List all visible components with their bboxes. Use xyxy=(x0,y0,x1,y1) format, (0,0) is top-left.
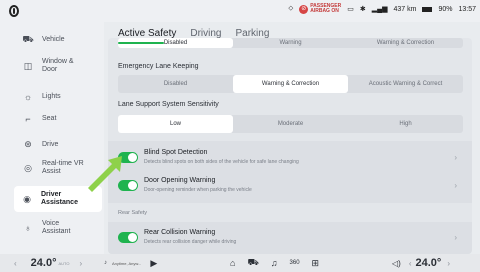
elk-option-acoustic[interactable]: Acoustic Warning & Correct xyxy=(348,75,463,93)
chevron-right-icon[interactable]: › xyxy=(454,233,457,242)
rear-safety-label: Rear Safety xyxy=(118,210,148,216)
vr-icon: ◎ xyxy=(24,162,32,173)
status-bar: ⬦ ⊘ PASSENGER AIRBAG ON ▭ ✱ ▂▄▆ 437 km 90… xyxy=(0,0,480,22)
sidebar-item-drive[interactable]: ⊛ Drive xyxy=(0,139,104,150)
sidebar-item-label: Lights xyxy=(42,93,61,100)
window-icon: ◫ xyxy=(23,60,33,71)
clock: 13:57 xyxy=(458,5,476,13)
temp-up-left-icon[interactable]: › xyxy=(80,259,83,268)
battery-icon xyxy=(422,6,433,12)
sidebar-item-label: Drive xyxy=(42,140,59,148)
driver-assist-icon: ◉ xyxy=(23,193,31,204)
settings-content: Disabled Warning Warning & Correction Em… xyxy=(108,38,472,254)
elk-option-warning-correction[interactable]: Warning & Correction xyxy=(233,75,348,93)
left-climate: ‹ 24.0° AUTO › xyxy=(14,254,82,272)
screen-icon: ▭ xyxy=(347,6,354,13)
sidebar-item-label: Voice Assistant xyxy=(42,220,71,235)
lane-support-title: Lane Support System Sensitivity xyxy=(118,101,219,108)
chevron-right-icon[interactable]: › xyxy=(454,181,457,190)
left-temperature[interactable]: 24.0° xyxy=(31,257,57,269)
airbag-icon: ⊘ xyxy=(299,4,309,14)
active-tab-indicator xyxy=(118,42,164,44)
media-title: Anytime, Anyw... xyxy=(112,260,142,266)
light-icon: ☼ xyxy=(23,92,33,102)
sidebar-item-label: Driver Assistance xyxy=(41,191,78,206)
360-camera-icon[interactable]: 360 xyxy=(290,260,300,266)
status-indicators: ⬦ ⊘ PASSENGER AIRBAG ON ▭ ✱ ▂▄▆ 437 km 90… xyxy=(288,4,476,14)
dock-icons: ⌂ ⛟ ♫ 360 ⊞ xyxy=(230,254,319,272)
range-text: 437 km xyxy=(393,5,417,13)
lss-option-moderate[interactable]: Moderate xyxy=(233,115,348,133)
music-note-icon[interactable]: ♫ xyxy=(271,258,278,268)
steering-icon: ⊛ xyxy=(24,139,32,149)
settings-sidebar: ⛟ Vehicle ◫ Window & Door ☼ Lights ⌐ Sea… xyxy=(0,22,104,254)
chevron-right-icon[interactable]: › xyxy=(454,153,457,162)
right-climate: ◁) ‹ 24.0° › xyxy=(392,254,450,272)
bottom-bar: ‹ 24.0° AUTO › ♪ Anytime, Anyw... ▶ ⌂ ⛟ … xyxy=(0,254,480,272)
blind-spot-title: Blind Spot Detection xyxy=(144,149,208,156)
volume-icon[interactable]: ◁) xyxy=(392,259,401,268)
signal-icon: ▂▄▆ xyxy=(371,6,388,13)
door-opening-row[interactable]: Door Opening Warning Door-opening remind… xyxy=(118,173,463,199)
sidebar-item-vehicle[interactable]: ⛟ Vehicle xyxy=(0,34,104,46)
lane-support-control: Low Moderate High xyxy=(118,115,463,133)
rear-collision-toggle[interactable] xyxy=(118,232,138,243)
door-opening-title: Door Opening Warning xyxy=(144,177,216,184)
passenger-airbag-indicator: ⊘ PASSENGER AIRBAG ON xyxy=(299,3,342,14)
temp-down-left-icon[interactable]: ‹ xyxy=(14,259,17,268)
top-segmented-control: Disabled Warning Warning & Correction xyxy=(118,38,463,48)
car-icon[interactable]: ⛟ xyxy=(247,257,258,269)
pointer-arrow-icon xyxy=(88,156,122,192)
toggle-card: Blind Spot Detection Detects blind spots… xyxy=(108,141,472,203)
emergency-lane-keeping-title: Emergency Lane Keeping xyxy=(118,63,199,70)
media-widget: ♪ Anytime, Anyw... ▶ xyxy=(104,254,157,272)
sidebar-item-label: Vehicle xyxy=(42,36,65,43)
elk-option-disabled[interactable]: Disabled xyxy=(118,75,233,93)
blind-spot-desc: Detects blind spots on both sides of the… xyxy=(144,159,299,165)
voice-icon: ♁ xyxy=(24,223,32,233)
sidebar-item-label: Window & Door xyxy=(42,58,74,73)
tab-bar: Active Safety Driving Parking xyxy=(118,28,269,39)
rear-card: Rear Collision Warning Detects rear coll… xyxy=(108,222,472,254)
battery-text: 90% xyxy=(438,5,453,13)
temp-up-right-icon[interactable]: › xyxy=(447,259,450,268)
sidebar-item-label: Seat xyxy=(42,115,57,122)
car-icon: ⛟ xyxy=(22,34,34,44)
sidebar-item-window-door[interactable]: ◫ Window & Door xyxy=(0,58,104,74)
lss-option-low[interactable]: Low xyxy=(118,115,233,133)
option-warning[interactable]: Warning xyxy=(233,38,348,48)
blind-spot-row[interactable]: Blind Spot Detection Detects blind spots… xyxy=(118,145,463,171)
emergency-lane-keeping-control: Disabled Warning & Correction Acoustic W… xyxy=(118,75,463,93)
temp-down-right-icon[interactable]: ‹ xyxy=(409,259,412,268)
brand-logo-icon xyxy=(9,5,19,17)
sidebar-item-voice-assistant[interactable]: ♁ Voice Assistant xyxy=(0,220,104,236)
tab-driving[interactable]: Driving xyxy=(190,28,221,39)
tab-active-safety[interactable]: Active Safety xyxy=(118,28,176,39)
music-icon: ♪ xyxy=(104,260,107,266)
right-temperature[interactable]: 24.0° xyxy=(416,257,442,269)
home-icon[interactable]: ⌂ xyxy=(230,258,235,268)
sidebar-item-label: Real-time VR Assist xyxy=(42,160,84,175)
left-temp-mode: AUTO xyxy=(58,260,70,266)
option-warning-correction[interactable]: Warning & Correction xyxy=(348,38,463,48)
lss-option-high[interactable]: High xyxy=(348,115,463,133)
sidebar-item-lights[interactable]: ☼ Lights xyxy=(0,92,104,102)
tab-parking[interactable]: Parking xyxy=(235,28,269,39)
bluetooth-icon: ✱ xyxy=(359,6,366,13)
sidebar-item-seat[interactable]: ⌐ Seat xyxy=(0,114,104,124)
door-opening-desc: Door-opening reminder when parking the v… xyxy=(144,187,252,193)
play-icon[interactable]: ▶ xyxy=(150,258,157,269)
rear-collision-title: Rear Collision Warning xyxy=(144,229,216,236)
rear-collision-desc: Detects rear collision danger while driv… xyxy=(144,239,237,245)
apps-grid-icon[interactable]: ⊞ xyxy=(312,258,320,269)
seat-icon: ⌐ xyxy=(25,114,31,124)
location-icon: ⬦ xyxy=(288,5,294,12)
rear-collision-row[interactable]: Rear Collision Warning Detects rear coll… xyxy=(118,225,463,251)
